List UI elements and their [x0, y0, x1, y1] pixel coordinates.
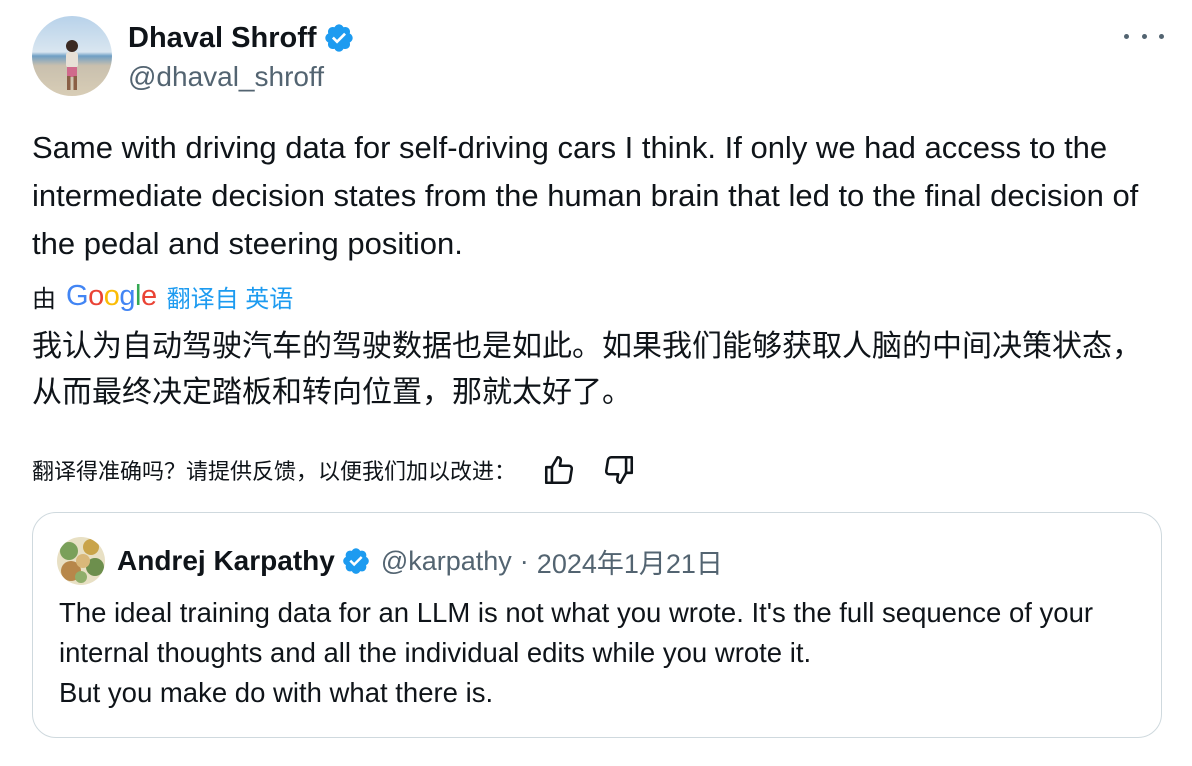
author-name-row[interactable]: Dhaval Shroff — [128, 18, 355, 58]
quoted-separator: · — [519, 545, 529, 576]
quoted-tweet[interactable]: Andrej Karpathy @karpathy · 2024年1月21日 T… — [32, 512, 1162, 738]
feedback-prompt: 翻译得准确吗？请提供反馈，以便我们加以改进： — [32, 459, 517, 484]
more-icon[interactable] — [1124, 24, 1164, 48]
verified-badge-icon[interactable] — [323, 22, 355, 54]
author-handle[interactable]: @dhaval_shroff — [128, 58, 324, 96]
translation-feedback: 翻译得准确吗？请提供反馈，以便我们加以改进： — [32, 450, 636, 490]
author-name[interactable]: Dhaval Shroff — [128, 18, 317, 58]
translated-text: 我认为自动驾驶汽车的驾驶数据也是如此。如果我们能够获取人脑的中间决策状态，从而最… — [32, 330, 1142, 409]
author-avatar[interactable] — [32, 16, 112, 96]
quoted-author-name[interactable]: Andrej Karpathy — [117, 545, 335, 577]
quoted-text: The ideal training data for an LLM is no… — [59, 597, 1094, 708]
quoted-author-handle[interactable]: @karpathy — [381, 546, 512, 577]
verified-badge-icon[interactable] — [341, 546, 371, 576]
thumbs-up-icon[interactable] — [542, 453, 576, 487]
google-logo: Google — [66, 279, 157, 312]
quoted-date[interactable]: 2024年1月21日 — [537, 542, 723, 581]
translation-attribution: 由 Google 翻译自 英语 — [32, 276, 293, 316]
tweet: Dhaval Shroff @dhaval_shroff Same with d… — [0, 0, 1192, 766]
quoted-author-avatar[interactable] — [57, 537, 105, 585]
translation-prefix: 由 — [32, 285, 56, 313]
quoted-header: Andrej Karpathy @karpathy · 2024年1月21日 — [117, 541, 723, 581]
translation-source-link[interactable]: 翻译自 英语 — [167, 279, 294, 314]
thumbs-down-icon[interactable] — [602, 453, 636, 487]
tweet-text: Same with driving data for self-driving … — [32, 130, 1147, 261]
